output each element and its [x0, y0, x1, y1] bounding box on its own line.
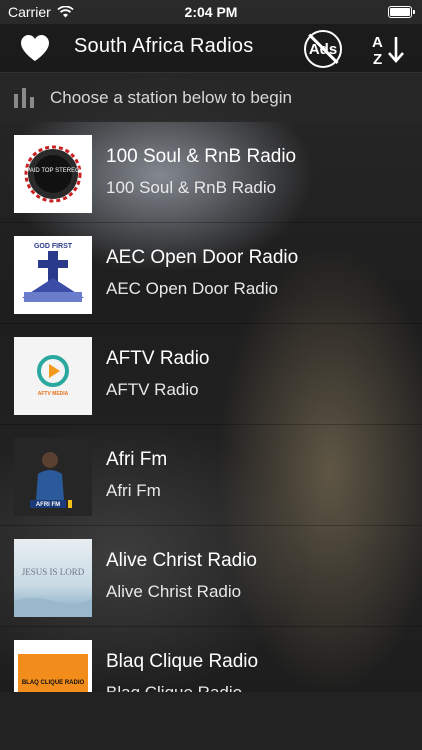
station-subtitle: Blaq Clique Radio: [106, 683, 242, 692]
station-row[interactable]: PAID TOP STEREO 100 Soul & RnB Radio 100…: [0, 122, 422, 223]
subheader: Choose a station below to begin: [0, 72, 422, 122]
station-logo: PAID TOP STEREO: [14, 135, 92, 213]
station-subtitle: AEC Open Door Radio: [106, 279, 278, 298]
station-logo-text: JESUS IS LORD: [22, 567, 85, 577]
remove-ads-button[interactable]: Ads: [304, 30, 342, 68]
station-logo-text: PAID TOP STEREO: [26, 168, 80, 174]
station-subtitle: 100 Soul & RnB Radio: [106, 178, 277, 197]
bottom-ad-banner: [0, 692, 422, 750]
station-logo-image: PAID TOP STEREO: [14, 135, 92, 213]
status-bar: Carrier 2:04 PM: [0, 0, 422, 24]
station-logo-image: GOD FIRST: [14, 236, 92, 314]
station-logo-text: BLAQ CLIQUE RADIO: [22, 680, 85, 686]
battery-icon: [388, 6, 415, 18]
station-subtitle: Alive Christ Radio: [106, 582, 242, 601]
station-row[interactable]: GOD FIRST AEC Open Door Radio AEC Open D…: [0, 223, 422, 324]
station-logo: GOD FIRST: [14, 236, 92, 314]
station-logo: AFTV MEDIA: [14, 337, 92, 415]
svg-text:Z: Z: [373, 51, 382, 66]
station-logo-image: AFTV MEDIA: [14, 337, 92, 415]
station-subtitle: Afri Fm: [106, 481, 161, 500]
station-logo-text: GOD FIRST: [34, 243, 73, 250]
equalizer-icon: [14, 88, 34, 108]
station-logo: BLAQ CLIQUE RADIO: [14, 640, 92, 692]
svg-text:A: A: [372, 34, 383, 51]
subheader-text: Choose a station below to begin: [50, 88, 292, 107]
station-title: AFTV Radio: [106, 348, 210, 369]
station-logo-text: AFRI FM: [36, 502, 60, 508]
station-logo-text: AFTV MEDIA: [38, 391, 69, 397]
station-title: AEC Open Door Radio: [106, 247, 299, 268]
station-logo: AFRI FM: [14, 438, 92, 516]
station-row[interactable]: BLAQ CLIQUE RADIO Blaq Clique Radio Blaq…: [0, 627, 422, 692]
station-row[interactable]: AFRI FM Afri Fm Afri Fm: [0, 425, 422, 526]
station-row[interactable]: JESUS IS LORD Alive Christ Radio Alive C…: [0, 526, 422, 627]
station-logo-image: BLAQ CLIQUE RADIO: [14, 640, 92, 692]
station-list: PAID TOP STEREO 100 Soul & RnB Radio 100…: [0, 122, 422, 692]
station-title: Alive Christ Radio: [106, 550, 257, 571]
station-logo: JESUS IS LORD: [14, 539, 92, 617]
sort-az-icon[interactable]: A Z: [370, 32, 406, 66]
status-time: 2:04 PM: [184, 4, 238, 20]
station-title: 100 Soul & RnB Radio: [106, 146, 297, 167]
station-logo-image: JESUS IS LORD: [14, 539, 92, 617]
navigation-bar: South Africa Radios Ads A Z: [0, 24, 422, 72]
heart-icon[interactable]: [20, 34, 50, 62]
station-subtitle: AFTV Radio: [106, 380, 199, 399]
nav-title: South Africa Radios: [74, 35, 254, 57]
station-title: Afri Fm: [106, 449, 168, 470]
station-logo-image: AFRI FM: [14, 438, 92, 516]
station-title: Blaq Clique Radio: [106, 651, 259, 672]
station-row[interactable]: AFTV MEDIA AFTV Radio AFTV Radio: [0, 324, 422, 425]
